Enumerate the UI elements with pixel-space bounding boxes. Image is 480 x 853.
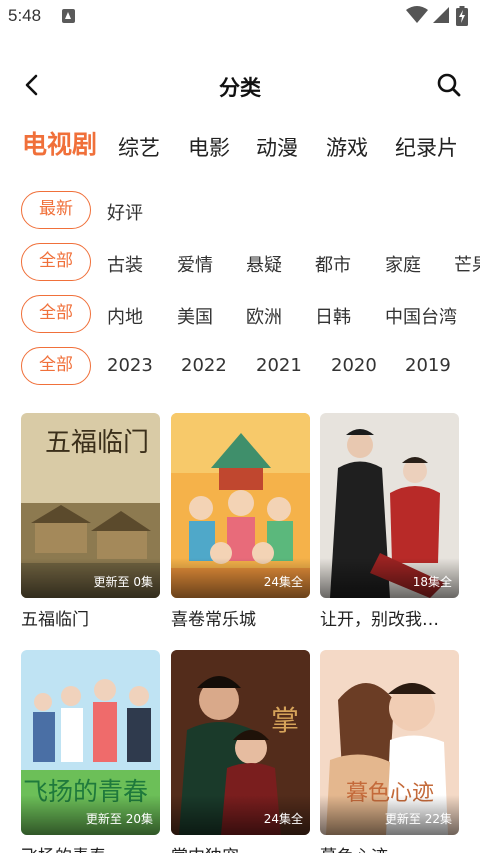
category-tabs: 电视剧 综艺 电影 动漫 游戏 纪录片 <box>0 122 480 166</box>
show-title[interactable]: 五福临门 <box>21 605 160 630</box>
show-poster[interactable]: 18集全 <box>320 413 459 598</box>
filter-sort-selected[interactable]: 最新 <box>21 191 91 229</box>
signal-icon <box>433 7 449 23</box>
show-card[interactable]: 飞扬的青春 更新至 20集 飞扬的青春 <box>21 650 160 853</box>
filter-year-option[interactable]: 2023 <box>107 355 153 376</box>
show-card[interactable]: 五福临门 更新至 0集 五福临门 <box>21 413 160 630</box>
show-poster[interactable]: 五福临门 更新至 0集 <box>21 413 160 598</box>
filter-year-selected[interactable]: 全部 <box>21 347 91 385</box>
filter-genre-option[interactable]: 芒果 <box>454 251 480 277</box>
filter-sort-option[interactable]: 好评 <box>107 199 143 225</box>
filter-year-option[interactable]: 2022 <box>181 355 227 376</box>
show-card[interactable]: 18集全 让开，别改我… <box>320 413 459 630</box>
notification-icon <box>62 9 75 23</box>
filter-region-option[interactable]: 日韩 <box>315 303 351 329</box>
episode-badge: 更新至 22集 <box>384 812 452 826</box>
show-card[interactable]: 暮色心迹 更新至 22集 暮色心迹 <box>320 650 459 853</box>
header: 分类 <box>0 60 480 110</box>
episode-badge: 18集全 <box>412 575 452 589</box>
poster-title-art: 掌 <box>271 704 299 737</box>
filter-row-region: 全部 内地 美国 欧洲 日韩 中国台湾 <box>0 295 480 335</box>
battery-icon <box>456 6 468 26</box>
search-icon <box>437 73 461 97</box>
filter-genre-option[interactable]: 都市 <box>315 251 351 277</box>
search-button[interactable] <box>434 70 464 100</box>
show-title[interactable]: 让开，别改我… <box>320 605 459 630</box>
filter-genre-selected[interactable]: 全部 <box>21 243 91 281</box>
filter-year-option[interactable]: 2019 <box>405 355 451 376</box>
poster-title-art: 五福临门 <box>45 428 149 458</box>
filter-region-option[interactable]: 欧洲 <box>246 303 282 329</box>
filter-region-option[interactable]: 美国 <box>177 303 213 329</box>
show-card[interactable]: 24集全 喜卷常乐城 <box>171 413 310 630</box>
wifi-icon <box>406 6 428 23</box>
tab-anime[interactable]: 动漫 <box>256 132 298 162</box>
filter-genre-option[interactable]: 悬疑 <box>246 251 282 277</box>
filter-row-genre: 全部 古装 爱情 悬疑 都市 家庭 芒果 <box>0 243 480 283</box>
show-title[interactable]: 掌中独宠 <box>171 842 310 853</box>
tab-variety[interactable]: 综艺 <box>118 132 160 162</box>
filter-genre-option[interactable]: 爱情 <box>177 251 213 277</box>
show-poster[interactable]: 24集全 <box>171 413 310 598</box>
filter-year-option[interactable]: 2021 <box>256 355 302 376</box>
filter-genre-option[interactable]: 家庭 <box>385 251 421 277</box>
tab-documentary[interactable]: 纪录片 <box>395 132 458 162</box>
show-title[interactable]: 喜卷常乐城 <box>171 605 310 630</box>
status-bar: 5:48 <box>0 0 480 34</box>
filter-region-option[interactable]: 中国台湾 <box>385 303 457 329</box>
show-title[interactable]: 暮色心迹 <box>320 842 459 853</box>
status-time: 5:48 <box>8 6 42 25</box>
status-icons <box>406 6 472 26</box>
show-poster[interactable]: 掌 24集全 <box>171 650 310 835</box>
tab-games[interactable]: 游戏 <box>326 132 368 162</box>
tab-movie[interactable]: 电影 <box>188 132 230 162</box>
episode-badge: 更新至 0集 <box>93 575 153 589</box>
filter-row-year: 全部 2023 2022 2021 2020 2019 <box>0 347 480 387</box>
show-card[interactable]: 掌 24集全 掌中独宠 <box>171 650 310 853</box>
tab-tv-series[interactable]: 电视剧 <box>22 125 97 161</box>
episode-badge: 24集全 <box>263 812 303 826</box>
page-title: 分类 <box>219 76 261 100</box>
show-poster[interactable]: 暮色心迹 更新至 22集 <box>320 650 459 835</box>
show-poster[interactable]: 飞扬的青春 更新至 20集 <box>21 650 160 835</box>
filter-genre-option[interactable]: 古装 <box>107 251 143 277</box>
episode-badge: 更新至 20集 <box>85 812 153 826</box>
filter-region-selected[interactable]: 全部 <box>21 295 91 333</box>
filter-year-option[interactable]: 2020 <box>331 355 377 376</box>
filter-row-sort: 最新 好评 <box>0 191 480 231</box>
show-title[interactable]: 飞扬的青春 <box>21 842 160 853</box>
episode-badge: 24集全 <box>263 575 303 589</box>
filter-region-option[interactable]: 内地 <box>107 303 143 329</box>
